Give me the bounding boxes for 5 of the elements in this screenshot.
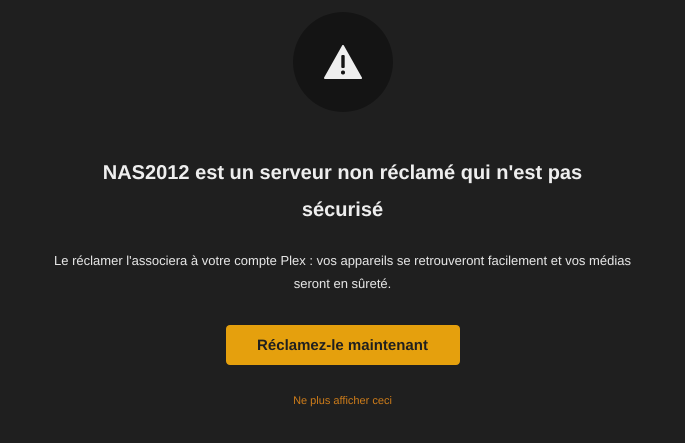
- warning-icon: [324, 45, 362, 79]
- dismiss-link[interactable]: Ne plus afficher ceci: [293, 395, 392, 407]
- message-text: Le réclamer l'associera à votre compte Plex : vos appareils se retrouveront facilement et vos médias seront en sûreté.: [53, 252, 632, 293]
- dialog-title: NAS2012 est un serveur non réclamé qui n'est pas sécurisé: [102, 161, 584, 223]
- claim-button[interactable]: Réclamez-le maintenant: [226, 325, 460, 365]
